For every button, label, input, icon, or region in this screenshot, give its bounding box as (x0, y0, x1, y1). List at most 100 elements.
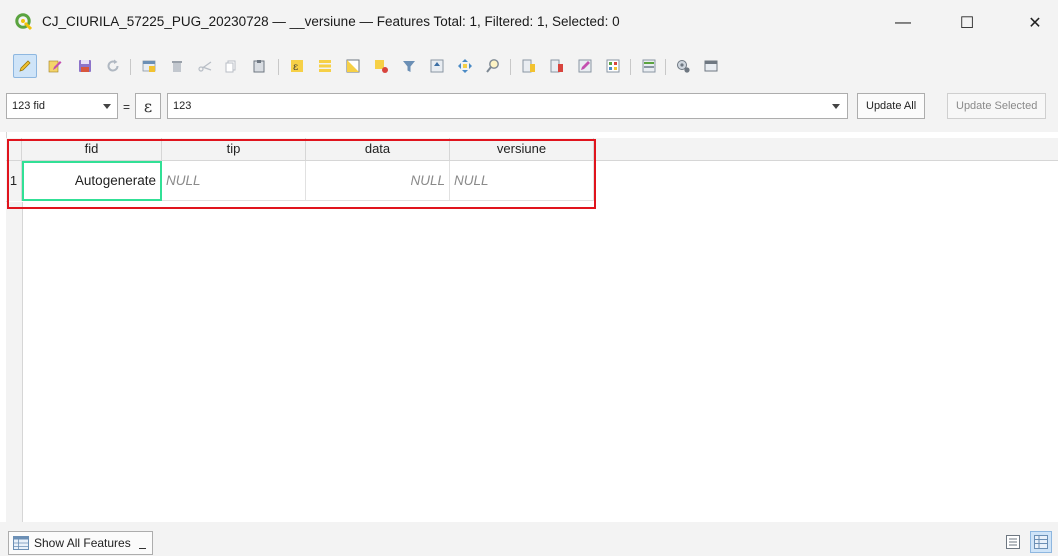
minimize-button[interactable]: — (880, 0, 926, 46)
toggle-editing-button[interactable] (13, 54, 37, 78)
zoom-to-selection-button[interactable] (482, 55, 504, 77)
table-header: fid tip data versiune (6, 138, 1058, 161)
toolbar-separator (278, 59, 279, 75)
expression-history-dropdown[interactable] (825, 96, 847, 116)
close-icon: ✕ (1028, 15, 1042, 32)
chevron-down-icon (832, 104, 840, 109)
form-view-icon (1006, 535, 1020, 549)
maximize-button[interactable]: ☐ (944, 0, 990, 46)
cell-tip[interactable]: NULL (162, 161, 306, 201)
field-calculator-icon (578, 59, 592, 73)
qgis-logo-icon (15, 13, 33, 31)
window-title: CJ_CIURILA_57225_PUG_20230728 — __versiu… (42, 14, 620, 29)
new-field-icon (522, 59, 535, 73)
form-view-toggle[interactable] (1002, 531, 1024, 553)
invert-selection-icon (346, 59, 360, 73)
close-button[interactable]: ✕ (1012, 0, 1058, 46)
toolbar-separator (130, 59, 131, 75)
form-view-button[interactable] (700, 55, 722, 77)
cut-button[interactable] (194, 55, 216, 77)
delete-feature-button[interactable] (166, 55, 188, 77)
conditional-formatting-icon (606, 59, 620, 73)
column-header-tip[interactable]: tip (162, 138, 306, 160)
dropdown-indicator-icon (138, 538, 146, 549)
cell-versiune[interactable]: NULL (450, 161, 594, 201)
select-by-expression-button[interactable]: ε (286, 55, 308, 77)
title-bar: CJ_CIURILA_57225_PUG_20230728 — __versiu… (0, 0, 1058, 46)
pan-icon (458, 59, 472, 73)
column-header-versiune[interactable]: versiune (450, 138, 594, 160)
add-feature-button[interactable] (138, 55, 160, 77)
trash-icon (172, 61, 182, 72)
update-selected-button[interactable]: Update Selected (947, 93, 1047, 119)
field-select[interactable]: 123 fid (6, 93, 118, 119)
move-top-icon (430, 59, 444, 73)
copy-icon (225, 60, 236, 73)
expression-builder-button[interactable]: ε (135, 93, 161, 119)
multi-edit-icon (48, 60, 62, 73)
field-calculator-button[interactable] (574, 55, 596, 77)
form-view-icon (704, 60, 718, 72)
move-selection-top-button[interactable] (426, 55, 448, 77)
table-view-icon (1034, 535, 1048, 549)
filter-selected-button[interactable] (398, 55, 420, 77)
toolbar-separator (510, 59, 511, 75)
table-icon (13, 536, 29, 550)
column-header-data[interactable]: data (306, 138, 450, 160)
delete-field-icon (550, 59, 563, 73)
attribute-table: fid tip data versiune 1 Autogenerate NUL… (0, 132, 1058, 522)
minimize-icon: — (895, 14, 911, 31)
new-field-button[interactable] (518, 55, 540, 77)
corner-header[interactable] (6, 138, 22, 160)
reload-button[interactable] (102, 55, 124, 77)
cell-data[interactable]: NULL (306, 161, 450, 201)
zoom-icon (486, 59, 499, 73)
scissors-icon (198, 61, 212, 72)
dock-icon (642, 59, 656, 73)
maximize-icon: ☐ (959, 15, 975, 32)
expression-input[interactable]: 123 (167, 93, 848, 119)
filter-icon (403, 61, 415, 72)
table-view-toggle[interactable] (1030, 531, 1052, 553)
chevron-down-icon (103, 104, 111, 109)
delete-field-button[interactable] (546, 55, 568, 77)
actions-button[interactable] (672, 55, 694, 77)
field-calculator-bar: 123 fid = ε 123 Update All Update Select… (0, 88, 1058, 132)
save-edits-button[interactable] (74, 55, 96, 77)
column-header-fid[interactable]: fid (22, 138, 162, 160)
conditional-formatting-button[interactable] (602, 55, 624, 77)
toolbar-separator (630, 59, 631, 75)
equals-label: = (123, 100, 131, 114)
paste-button[interactable] (248, 55, 270, 77)
pencil-icon (19, 60, 31, 72)
save-icon (79, 60, 91, 72)
row-number[interactable]: 1 (6, 161, 22, 201)
paste-icon (253, 60, 265, 73)
select-all-button[interactable] (314, 55, 336, 77)
invert-selection-button[interactable] (342, 55, 364, 77)
show-features-dropdown[interactable]: Show All Features (8, 531, 153, 555)
select-all-icon (319, 60, 331, 72)
expression-input-value: 123 (173, 100, 192, 112)
deselect-button[interactable] (370, 55, 392, 77)
update-all-button[interactable]: Update All (857, 93, 926, 119)
multi-edit-button[interactable] (44, 55, 66, 77)
status-bar: Show All Features (0, 522, 1058, 556)
dock-table-button[interactable] (638, 55, 660, 77)
field-select-value: 123 fid (12, 100, 46, 112)
cell-fid[interactable]: Autogenerate (22, 161, 162, 201)
deselect-icon (375, 60, 388, 73)
add-feature-icon (142, 60, 156, 72)
expression-select-icon: ε (291, 60, 303, 73)
actions-icon (677, 60, 690, 73)
table-row[interactable]: 1 Autogenerate NULL NULL NULL (6, 161, 596, 201)
copy-button[interactable] (220, 55, 242, 77)
epsilon-icon: ε (143, 96, 153, 116)
svg-text:ε: ε (293, 62, 298, 73)
row-header-gutter (6, 202, 23, 522)
attribute-table-toolbar: ε (0, 46, 1058, 88)
show-features-label: Show All Features (34, 536, 131, 550)
toolbar-separator (665, 59, 666, 75)
reload-icon (107, 59, 119, 72)
pan-to-selection-button[interactable] (454, 55, 476, 77)
